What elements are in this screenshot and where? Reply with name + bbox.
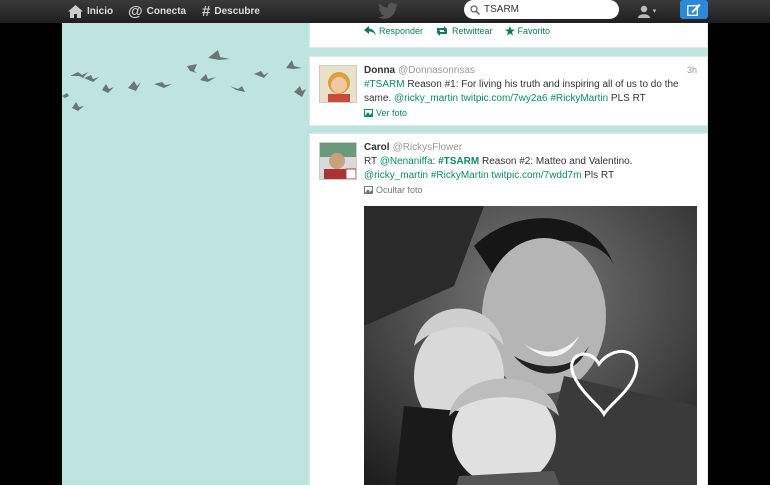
birds-background-decoration — [62, 50, 306, 111]
user-menu[interactable]: ▾ — [632, 2, 662, 20]
hashtag-link[interactable]: #RickyMartin — [428, 170, 489, 181]
url-link[interactable]: twitpic.com/7wy2a6 — [458, 93, 550, 104]
at-icon: @ — [128, 3, 143, 20]
tweet-card[interactable]: Carol @RickysFlower RT @Nenaniffa: #TSARM… — [309, 133, 708, 485]
url-link[interactable]: twitpic.com/7wdd7m — [489, 170, 581, 181]
tweet-author-handle[interactable]: @RickysFlower — [393, 142, 463, 153]
mention-link[interactable]: @ricky_martin — [364, 170, 428, 181]
chevron-down-icon: ▾ — [652, 8, 657, 15]
reply-label: Responder — [379, 26, 424, 36]
hash-icon: # — [202, 3, 211, 20]
nav-connect-label: Conecta — [146, 6, 187, 17]
tweet-author-name[interactable]: Carol — [364, 142, 390, 153]
tweet-text-segment: PLS RT — [608, 93, 646, 104]
tweet-text-segment: Pls RT — [581, 170, 615, 181]
hashtag-link[interactable]: #RickyMartin — [550, 93, 608, 104]
photo-icon — [364, 186, 373, 194]
timeline: Responder Retwittear Favorito Donna @Don… — [309, 0, 708, 485]
tweet-text: RT @Nenaniffa: #TSARM Reason #2: Matteo … — [364, 155, 699, 183]
mention-link[interactable]: @ricky_martin — [394, 93, 458, 104]
tweet-text-segment: RT — [364, 156, 380, 167]
tweet-header: Carol @RickysFlower — [364, 142, 462, 153]
nav-discover[interactable]: # Descubre — [202, 3, 260, 20]
mention-link[interactable]: @Nenaniffa — [380, 156, 433, 167]
view-photo-label: Ver foto — [376, 108, 408, 118]
compose-icon — [687, 4, 701, 16]
avatar[interactable] — [319, 65, 357, 103]
tweet-actions: Responder Retwittear Favorito — [364, 26, 550, 36]
home-icon — [68, 5, 83, 18]
user-icon — [637, 5, 650, 18]
retweet-icon — [437, 26, 448, 36]
nav-home[interactable]: Inicio — [68, 3, 113, 20]
tweet-card[interactable]: Donna @Donnasonrisas 3h #TSARM Reason #1:… — [309, 56, 708, 126]
favorite-button[interactable]: Favorito — [504, 26, 551, 36]
photo-icon — [364, 109, 373, 117]
view-photo-link[interactable]: Ver foto — [364, 108, 407, 118]
favorite-icon — [504, 26, 515, 36]
reply-button[interactable]: Responder — [364, 26, 423, 36]
tweet-text: #TSARM Reason #1: For living his truth a… — [364, 78, 699, 106]
tweet-text-segment: Reason #2: Matteo and Valentino. — [479, 156, 633, 167]
avatar[interactable] — [319, 142, 357, 180]
page-background: Responder Retwittear Favorito Donna @Don… — [62, 0, 708, 485]
tweet-timestamp[interactable]: 3h — [687, 65, 697, 75]
tweet-author-name[interactable]: Donna — [364, 65, 395, 76]
hide-photo-label: Ocultar foto — [376, 185, 423, 195]
reply-icon — [364, 26, 376, 36]
hide-photo-link[interactable]: Ocultar foto — [364, 185, 423, 195]
search-icon — [470, 4, 480, 15]
twitter-bird-icon[interactable] — [378, 2, 398, 20]
compose-tweet-button[interactable] — [680, 0, 708, 19]
hashtag-link[interactable]: #TSARM — [364, 79, 405, 90]
search-input[interactable]: TSARM — [464, 0, 619, 19]
retweet-button[interactable]: Retwittear — [435, 26, 493, 36]
nav-home-label: Inicio — [87, 6, 114, 17]
retweet-label: Retwittear — [452, 26, 493, 36]
tweet-photo[interactable] — [364, 206, 697, 485]
nav-connect[interactable]: @ Conecta — [128, 3, 186, 20]
tweet-header: Donna @Donnasonrisas — [364, 65, 475, 76]
tweet-author-handle[interactable]: @Donnasonrisas — [398, 65, 475, 76]
search-query: TSARM — [484, 4, 519, 15]
top-navigation-bar: Inicio @ Conecta # Descubre TSARM ▾ — [0, 0, 770, 23]
nav-discover-label: Descubre — [214, 6, 260, 17]
hashtag-link[interactable]: #TSARM — [438, 156, 479, 167]
favorite-label: Favorito — [517, 26, 551, 36]
